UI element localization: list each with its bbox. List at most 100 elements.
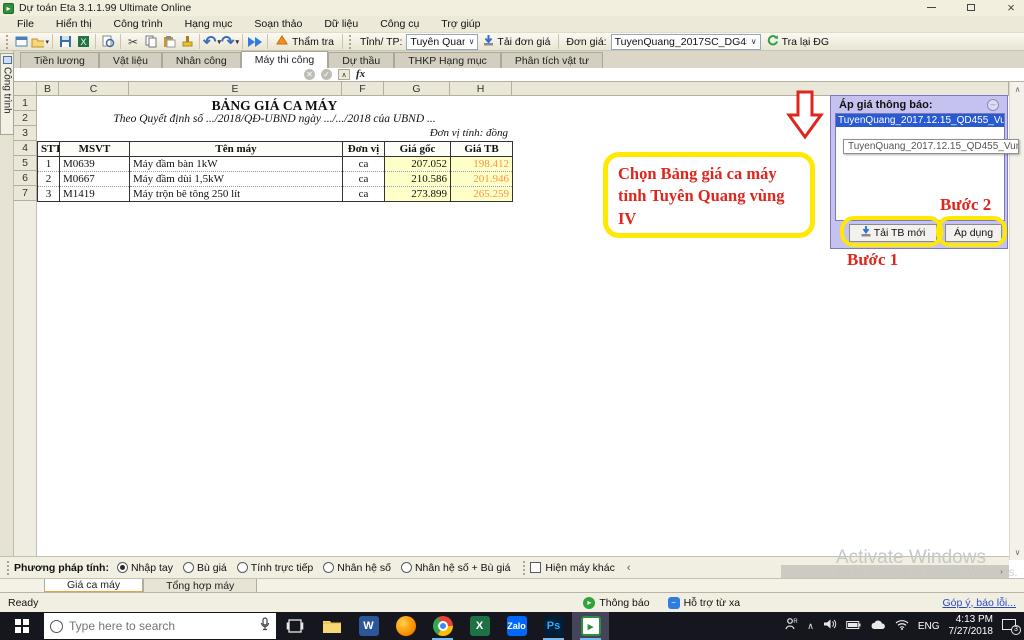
battery-icon[interactable]: [846, 617, 861, 635]
corner-header[interactable]: [14, 82, 37, 96]
horizontal-scrollbar[interactable]: ›: [781, 565, 1009, 578]
cell-gia-goc[interactable]: 273.899: [384, 186, 451, 202]
tab-vat-lieu[interactable]: Vật liệu: [98, 52, 162, 68]
scroll-up-icon[interactable]: ∧: [1010, 82, 1024, 97]
collapse-panel-icon[interactable]: –: [987, 99, 999, 111]
cell-gia-tb[interactable]: 265.259: [450, 186, 513, 202]
file-explorer-icon[interactable]: [313, 612, 350, 640]
row-header-7[interactable]: 7: [14, 186, 37, 201]
format-brush-icon[interactable]: [178, 34, 196, 50]
row-header-3[interactable]: 3: [14, 126, 37, 141]
header-gia-tb[interactable]: Giá TB: [450, 141, 513, 157]
cong-trinh-side-tab[interactable]: Công trình: [0, 53, 14, 135]
col-header-b[interactable]: B: [37, 82, 59, 96]
cell-ten-may[interactable]: Máy đầm dùi 1,5kW: [129, 171, 343, 187]
cell-ten-may[interactable]: Máy đầm bàn 1kW: [129, 156, 343, 172]
menu-du-lieu[interactable]: Dữ liệu: [313, 18, 369, 30]
radio-bu-gia[interactable]: [183, 562, 194, 573]
col-header-c[interactable]: C: [59, 82, 129, 96]
menu-hang-muc[interactable]: Hạng mục: [174, 18, 244, 30]
zalo-icon[interactable]: Zalo: [498, 612, 535, 640]
header-msvt[interactable]: MSVT: [59, 141, 130, 157]
menu-cong-trinh[interactable]: Công trình: [103, 18, 174, 30]
row-header-2[interactable]: 2: [14, 111, 37, 126]
new-icon[interactable]: [13, 34, 31, 50]
cell-msvt[interactable]: M0667: [59, 171, 130, 187]
sheet-title-cell[interactable]: BẢNG GIÁ CA MÁY: [37, 98, 512, 114]
province-select[interactable]: Tuyên Quang∨: [406, 33, 479, 50]
search-input[interactable]: [69, 619, 229, 633]
cell-ten-may[interactable]: Máy trộn bê tông 250 lít: [129, 186, 343, 202]
task-view-button[interactable]: [276, 612, 313, 640]
price-list-item-selected[interactable]: TuyenQuang_2017.12.15_QD455_Vung IV: [836, 114, 1004, 127]
row-header-4[interactable]: 4: [14, 141, 37, 156]
save-icon[interactable]: [56, 34, 74, 50]
cell-stt[interactable]: 3: [37, 186, 60, 202]
col-header-e[interactable]: E: [129, 82, 342, 96]
language-indicator[interactable]: ENG: [918, 621, 940, 632]
firefox-icon[interactable]: [387, 612, 424, 640]
header-don-vi[interactable]: Đơn vị: [342, 141, 385, 157]
cancel-entry-icon[interactable]: ✕: [304, 69, 315, 80]
action-center-icon[interactable]: 3: [1002, 619, 1021, 635]
tab-thkp-hang-muc[interactable]: THKP Hạng mục: [394, 52, 501, 68]
row-header-6[interactable]: 6: [14, 171, 37, 186]
sheet-unit-cell[interactable]: Đơn vị tính: đồng: [37, 127, 508, 139]
sheet-subtitle-cell[interactable]: Theo Quyết định số .../2018/QĐ-UBND ngày…: [37, 113, 512, 125]
taskbar-search[interactable]: [44, 613, 276, 639]
people-icon[interactable]: R: [785, 617, 799, 635]
cut-icon[interactable]: ✂: [124, 34, 142, 50]
radio-nhap-tay[interactable]: [116, 562, 128, 573]
sheet-tab-gia-ca-may[interactable]: Giá ca máy: [44, 579, 144, 593]
cell-don-vi[interactable]: ca: [342, 186, 385, 202]
radio-nhan-he-so-bu-gia[interactable]: [400, 562, 412, 573]
sheet-tab-tong-hop-may[interactable]: Tổng hợp máy: [143, 579, 258, 593]
tab-may-thi-cong[interactable]: Máy thi công: [240, 51, 329, 68]
tham-tra-button[interactable]: Thẩm tra: [271, 34, 339, 50]
eta-app-icon[interactable]: ▸: [572, 612, 609, 640]
cell-gia-goc[interactable]: 210.586: [384, 171, 451, 187]
start-button[interactable]: [0, 612, 44, 640]
status-thong-bao[interactable]: ▸ Thông báo: [583, 596, 650, 609]
menu-hien-thi[interactable]: Hiển thị: [45, 18, 103, 30]
speaker-icon[interactable]: [823, 617, 837, 635]
cell-gia-tb[interactable]: 198.412: [450, 156, 513, 172]
print-preview-icon[interactable]: [99, 34, 117, 50]
scroll-down-icon[interactable]: ∨: [1010, 545, 1024, 560]
cell-stt[interactable]: 2: [37, 171, 60, 187]
excel-export-icon[interactable]: X: [74, 34, 92, 50]
feedback-link[interactable]: Góp ý, báo lỗi...: [942, 597, 1016, 609]
menu-tro-giup[interactable]: Trợ giúp: [430, 18, 491, 30]
run-calculation-icon[interactable]: [246, 34, 264, 50]
cell-don-vi[interactable]: ca: [342, 171, 385, 187]
col-header-f[interactable]: F: [342, 82, 384, 96]
photoshop-icon[interactable]: Ps: [535, 612, 572, 640]
tai-don-gia-button[interactable]: Tải đơn giá: [478, 34, 555, 50]
cell-gia-tb[interactable]: 201.946: [450, 171, 513, 187]
tra-lai-dg-button[interactable]: Tra lại ĐG: [761, 34, 834, 50]
col-header-h[interactable]: H: [450, 82, 512, 96]
taskbar-clock[interactable]: 4:13 PM 7/27/2018: [949, 614, 994, 639]
toolbar-overflow-icon[interactable]: ‹: [627, 562, 631, 574]
header-gia-goc[interactable]: Giá gốc: [384, 141, 451, 157]
tab-du-thau[interactable]: Dự thầu: [328, 52, 395, 68]
chrome-icon[interactable]: [424, 612, 461, 640]
wifi-icon[interactable]: [895, 617, 909, 635]
status-ho-tro-tu-xa[interactable]: − Hỗ trợ từ xa: [667, 596, 740, 609]
tai-tb-moi-button[interactable]: Tải TB mới: [849, 224, 937, 242]
close-button[interactable]: ×: [1004, 0, 1018, 15]
cell-msvt[interactable]: M1419: [59, 186, 130, 202]
tray-expand-icon[interactable]: ∧: [807, 621, 814, 632]
tab-tien-luong[interactable]: Tiền lương: [20, 52, 99, 68]
radio-tinh-truc-tiep[interactable]: [236, 562, 248, 573]
paste-icon[interactable]: [160, 34, 178, 50]
menu-file[interactable]: File: [6, 18, 45, 30]
ap-dung-button[interactable]: Áp dụng: [945, 224, 1002, 242]
cell-don-vi[interactable]: ca: [342, 156, 385, 172]
fx-icon[interactable]: fx: [356, 68, 365, 80]
menu-soan-thao[interactable]: Soạn thảo: [243, 18, 313, 30]
row-header-1[interactable]: 1: [14, 96, 37, 111]
cell-gia-goc[interactable]: 207.052: [384, 156, 451, 172]
word-icon[interactable]: W: [350, 612, 387, 640]
minimize-button[interactable]: [924, 1, 938, 14]
